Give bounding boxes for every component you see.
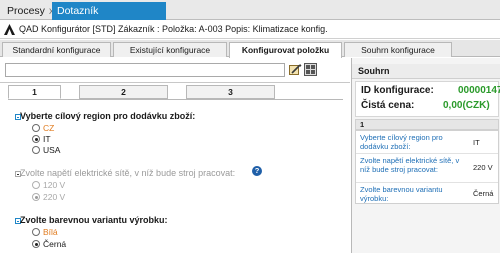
option-label: Černá [43, 239, 67, 249]
window-titlebar: QAD Konfigurátor [STD] Zákazník : Položk… [0, 21, 500, 39]
radio-button [32, 181, 40, 189]
grid-icon[interactable] [304, 63, 317, 76]
radio-button[interactable] [32, 146, 40, 154]
app-tab-dotaznik[interactable]: Dotazník konfiguracex [52, 2, 166, 35]
info-icon[interactable]: ? [252, 166, 262, 176]
qad-logo-icon [4, 24, 15, 35]
tab-config-summary[interactable]: Souhrn konfigurace [344, 42, 452, 57]
tab-standard-config[interactable]: Standardní konfigurace [2, 42, 111, 57]
step-tab-2[interactable]: 2 [79, 85, 168, 99]
summary-answer: 220 V [473, 163, 493, 172]
question-voltage: Zvolte napětí elektrické sítě, v níž bud… [20, 168, 236, 178]
radio-button[interactable] [32, 135, 40, 143]
option-label: Bílá [43, 227, 58, 237]
summary-item[interactable]: Zvolte barevnou variantu výrobku: Černá [356, 183, 498, 204]
summary-answer: IT [473, 138, 480, 147]
radio-button[interactable] [32, 228, 40, 236]
option-label: USA [43, 145, 61, 155]
window-title: QAD Konfigurátor [STD] Zákazník : Položk… [19, 24, 328, 34]
radio-button[interactable] [32, 124, 40, 132]
summary-panel: Souhrn ID konfigurace: 00000147 Čistá ce… [351, 58, 500, 253]
net-price-label: Čistá cena: [361, 100, 415, 111]
option-label: 120 V [43, 180, 66, 190]
step-tabs: 1 2 3 [8, 85, 343, 99]
summary-header: Souhrn [352, 64, 500, 79]
configuration-panel: 1 2 3 Vyberte cílový region pro dodávku … [0, 58, 350, 253]
tab-configure-item[interactable]: Konfigurovat položku [229, 42, 342, 58]
radio-button[interactable] [32, 240, 40, 248]
summary-question: Vyberte cílový region pro dodávku zboží: [360, 133, 443, 151]
config-tabs: Standardní konfigurace Existující konfig… [0, 40, 500, 58]
net-price-row: Čistá cena: 0,00(CZK) [361, 100, 490, 111]
divider [0, 82, 350, 83]
net-price-value: 0,00(CZK) [443, 100, 490, 111]
step-tabs-underline [8, 99, 343, 100]
option-label: IT [43, 134, 51, 144]
step-tab-1[interactable]: 1 [8, 85, 61, 99]
summary-item[interactable]: Vyberte cílový region pro dodávku zboží:… [356, 131, 498, 154]
summary-question: Zvolte barevnou variantu výrobku: [360, 185, 443, 203]
summary-answer: Černá [473, 189, 494, 198]
question-region: Vyberte cílový region pro dodávku zboží: [20, 111, 196, 121]
tab-existing-config[interactable]: Existující konfigurace [113, 42, 227, 57]
option-label: CZ [43, 123, 55, 133]
config-id-label: ID konfigurace: [361, 85, 434, 96]
app-tab-procesy[interactable]: Procesyx [2, 2, 54, 20]
summary-item[interactable]: Zvolte napětí elektrické sítě, v níž bud… [356, 154, 498, 183]
search-input[interactable] [5, 63, 285, 77]
config-id-row: ID konfigurace: 00000147 [361, 85, 500, 96]
radio-button [32, 193, 40, 201]
summary-list: Vyberte cílový region pro dodávku zboží:… [355, 130, 499, 204]
step-tab-3[interactable]: 3 [186, 85, 275, 99]
question-color: Zvolte barevnou variantu výrobku: [20, 215, 168, 225]
app-tab-strip: Procesyx Dotazník konfiguracex [0, 0, 500, 35]
summary-question: Zvolte napětí elektrické sítě, v níž bud… [360, 156, 460, 174]
option-label: 220 V [43, 192, 66, 202]
edit-icon[interactable] [289, 63, 302, 76]
config-id-value: 00000147 [458, 85, 500, 96]
app-tab-label: Procesy [7, 5, 45, 17]
summary-totals: ID konfigurace: 00000147 Čistá cena: 0,0… [355, 81, 500, 117]
summary-group-header: 1 [355, 119, 499, 130]
